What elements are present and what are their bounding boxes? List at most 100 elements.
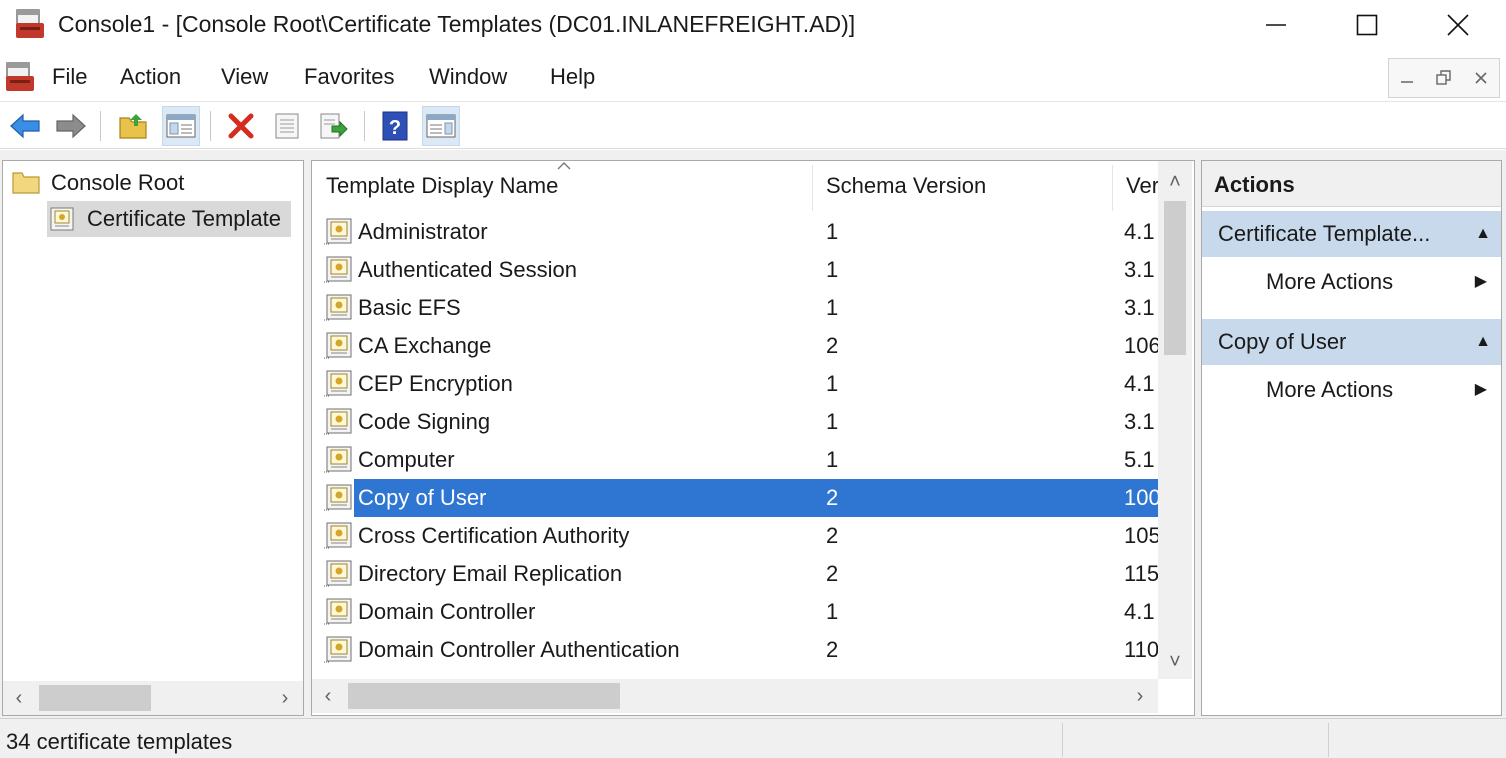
template-name-cell: CA Exchange	[358, 333, 492, 358]
collapse-up-icon[interactable]: ▲	[1475, 211, 1491, 257]
column-header-schema-version[interactable]: Schema Version	[826, 173, 986, 203]
list-header: Template Display Name Schema Version Ver	[312, 161, 1164, 213]
table-row[interactable]: Authenticated Session 1 3.1	[312, 251, 1164, 289]
version-cell: 110	[1124, 637, 1158, 662]
minimize-icon	[1401, 81, 1414, 83]
version-cell: 5.1	[1124, 447, 1155, 472]
scrollbar-thumb[interactable]	[1164, 201, 1186, 355]
tree-node-label: Console Root	[51, 170, 185, 195]
list-vertical-scrollbar[interactable]: ˄ ˅	[1158, 161, 1192, 679]
template-name-cell: Directory Email Replication	[358, 561, 623, 586]
table-row[interactable]: Cross Certification Authority 2 105	[312, 517, 1164, 555]
action-more-actions-certificate-templates[interactable]: More Actions ▶	[1202, 259, 1501, 305]
tree-horizontal-scrollbar[interactable]: ‹ ›	[3, 681, 303, 715]
scrollbar-thumb[interactable]	[348, 683, 620, 709]
menu-action[interactable]: Action	[120, 64, 181, 90]
table-row[interactable]: Computer 1 5.1	[312, 441, 1164, 479]
action-more-actions-copy-of-user[interactable]: More Actions ▶	[1202, 367, 1501, 413]
tree-node-label: Certificate Template	[87, 206, 282, 231]
table-row[interactable]: CA Exchange 2 106	[312, 327, 1164, 365]
schema-version-cell: 2	[826, 561, 839, 586]
title-bar: Console1 - [Console Root\Certificate Tem…	[0, 0, 1506, 50]
mdi-minimize-button[interactable]	[1389, 59, 1426, 97]
version-cell: 106	[1124, 333, 1158, 358]
schema-version-cell: 1	[826, 371, 839, 396]
scroll-right-arrow-icon[interactable]: ›	[1124, 679, 1156, 713]
scroll-left-arrow-icon[interactable]: ‹	[3, 681, 35, 715]
schema-version-cell: 2	[826, 523, 839, 548]
scroll-left-arrow-icon[interactable]: ‹	[312, 679, 344, 713]
table-row[interactable]: Administrator 1 4.1	[312, 213, 1164, 251]
column-divider[interactable]	[1112, 165, 1113, 211]
table-row[interactable]: CEP Encryption 1 4.1	[312, 365, 1164, 403]
properties-button[interactable]	[268, 106, 306, 146]
minimize-button[interactable]	[1230, 0, 1322, 50]
scrollbar-thumb[interactable]	[39, 685, 151, 711]
template-name-cell: Administrator	[358, 219, 488, 244]
schema-version-cell: 1	[826, 447, 839, 472]
column-header-version[interactable]: Ver	[1126, 173, 1158, 203]
tree-node-console-root[interactable]: Console Root	[11, 165, 184, 201]
restore-icon	[1436, 70, 1451, 85]
menu-file[interactable]: File	[52, 64, 87, 90]
menu-bar: File Action View Favorites Window Help	[0, 52, 1506, 102]
status-divider	[1062, 723, 1063, 757]
help-button[interactable]: ?	[376, 106, 414, 146]
list-horizontal-scrollbar[interactable]: ‹ ›	[312, 679, 1158, 713]
certificate-template-icon	[324, 218, 352, 245]
action-group-label: Copy of User	[1218, 329, 1347, 354]
delete-button[interactable]	[222, 106, 260, 146]
schema-version-cell: 1	[826, 257, 839, 282]
export-list-icon	[320, 113, 348, 139]
table-row[interactable]: Copy of User 2 100	[312, 479, 1164, 517]
close-icon	[1475, 72, 1487, 84]
action-group-copy-of-user[interactable]: Copy of User ▲	[1202, 319, 1501, 365]
menu-favorites[interactable]: Favorites	[304, 64, 394, 90]
results-list-pane: Template Display Name Schema Version Ver…	[311, 160, 1195, 716]
tree-node-certificate-templates[interactable]: Certificate Template	[47, 201, 292, 237]
certificate-template-icon	[324, 522, 352, 549]
console-tree-pane: Console Root Certificate Template ‹ ›	[2, 160, 304, 716]
table-row[interactable]: Code Signing 1 3.1	[312, 403, 1164, 441]
version-cell: 3.1	[1124, 295, 1155, 320]
table-row[interactable]: Domain Controller 1 4.1	[312, 593, 1164, 631]
collapse-up-icon[interactable]: ▲	[1475, 319, 1491, 365]
up-folder-icon	[119, 114, 147, 139]
forward-button[interactable]	[52, 106, 90, 146]
table-row[interactable]: Basic EFS 1 3.1	[312, 289, 1164, 327]
template-name-cell: Domain Controller	[358, 599, 536, 624]
maximize-icon	[1356, 14, 1378, 36]
schema-version-cell: 2	[826, 485, 839, 510]
scroll-up-arrow-icon[interactable]: ˄	[1158, 165, 1192, 199]
show-hide-action-pane-button[interactable]	[422, 106, 460, 146]
scroll-down-arrow-icon[interactable]: ˅	[1158, 645, 1192, 679]
mdi-close-button[interactable]	[1462, 59, 1499, 97]
table-row[interactable]: Domain Controller Authentication 2 110	[312, 631, 1164, 669]
version-cell: 3.1	[1124, 409, 1155, 434]
menu-view[interactable]: View	[221, 64, 268, 90]
column-header-template-display-name[interactable]: Template Display Name	[326, 173, 558, 203]
menu-help[interactable]: Help	[550, 64, 595, 90]
scroll-right-arrow-icon[interactable]: ›	[269, 681, 301, 715]
close-button[interactable]	[1412, 0, 1504, 50]
menu-window[interactable]: Window	[429, 64, 507, 90]
maximize-button[interactable]	[1321, 0, 1413, 50]
back-button[interactable]	[6, 106, 44, 146]
mdi-restore-button[interactable]	[1426, 59, 1463, 97]
certificate-template-icon	[324, 370, 352, 397]
svg-text:?: ?	[389, 117, 401, 139]
status-text: 34 certificate templates	[6, 729, 233, 754]
mmc-system-menu-icon[interactable]	[4, 61, 36, 93]
schema-version-cell: 1	[826, 295, 839, 320]
action-group-certificate-templates[interactable]: Certificate Template... ▲	[1202, 211, 1501, 257]
template-name-cell: Cross Certification Authority	[358, 523, 630, 548]
export-list-button[interactable]	[314, 106, 352, 146]
certificate-template-icon	[324, 256, 352, 283]
schema-version-cell: 1	[826, 409, 839, 434]
table-row[interactable]: Directory Email Replication 2 115	[312, 555, 1164, 593]
certificate-template-icon	[324, 294, 352, 321]
column-divider[interactable]	[812, 165, 813, 211]
show-hide-console-tree-button[interactable]	[162, 106, 200, 146]
up-one-level-button[interactable]	[114, 106, 152, 146]
version-cell: 3.1	[1124, 257, 1155, 282]
